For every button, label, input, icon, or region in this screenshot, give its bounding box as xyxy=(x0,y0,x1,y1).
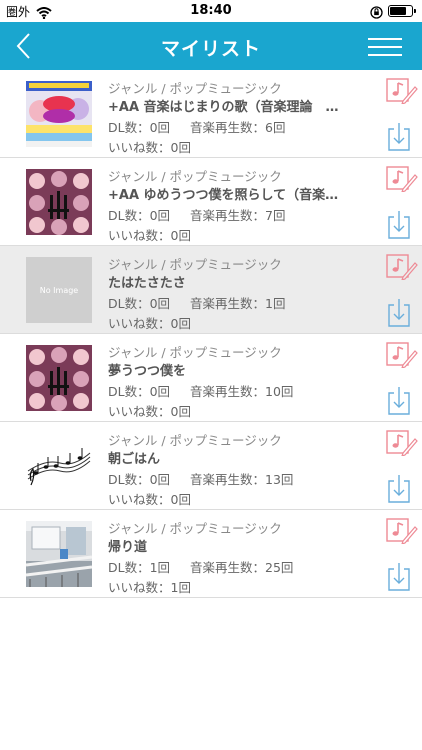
play-count: 音楽再生数：10回 xyxy=(190,384,294,399)
like-count: いいね数：0回 xyxy=(108,316,191,331)
song-thumbnail xyxy=(26,81,92,147)
download-icon xyxy=(388,563,410,591)
download-count: DL数：0回 xyxy=(108,384,171,399)
song-title: +AA 音楽はじまりの歌（音楽理論 コード進行） xyxy=(108,100,348,115)
music-note-edit-icon xyxy=(386,430,418,457)
music-note-edit-icon xyxy=(386,342,418,369)
like-count: いいね数：0回 xyxy=(108,140,191,155)
like-count: いいね数：0回 xyxy=(108,228,191,243)
song-row[interactable]: ジャンル / ポップミュージック +AA ゆめうつつ僕を照らして（音楽理論） D… xyxy=(0,158,422,246)
download-icon xyxy=(388,211,410,239)
play-count: 音楽再生数：6回 xyxy=(190,120,286,135)
song-row[interactable]: ジャンル / ポップミュージック 朝ごはん DL数：0回 音楽再生数：13回 い… xyxy=(0,422,422,510)
download-button[interactable] xyxy=(386,386,412,418)
play-count: 音楽再生数：25回 xyxy=(190,560,294,575)
song-list: ジャンル / ポップミュージック +AA 音楽はじまりの歌（音楽理論 コード進行… xyxy=(0,70,422,598)
edit-button[interactable] xyxy=(386,342,418,369)
song-row[interactable]: ジャンル / ポップミュージック +AA 音楽はじまりの歌（音楽理論 コード進行… xyxy=(0,70,422,158)
page-title: マイリスト xyxy=(160,38,261,60)
download-count: DL数：0回 xyxy=(108,472,171,487)
download-icon xyxy=(388,387,410,415)
like-count: いいね数：0回 xyxy=(108,492,191,507)
song-genre: ジャンル / ポップミュージック xyxy=(108,521,282,536)
download-count: DL数：0回 xyxy=(108,208,171,223)
song-title: 夢うつつ僕を xyxy=(108,364,187,379)
edit-button[interactable] xyxy=(386,430,418,457)
song-thumbnail xyxy=(26,433,92,499)
edit-button[interactable] xyxy=(386,166,418,193)
download-count: DL数：1回 xyxy=(108,560,171,575)
download-button[interactable] xyxy=(386,298,412,330)
download-count: DL数：0回 xyxy=(108,120,171,135)
song-row[interactable]: ジャンル / ポップミュージック 帰り道 DL数：1回 音楽再生数：25回 いい… xyxy=(0,510,422,598)
download-button[interactable] xyxy=(386,122,412,154)
music-note-edit-icon xyxy=(386,518,418,545)
song-title: 帰り道 xyxy=(108,540,148,555)
edit-button[interactable] xyxy=(386,518,418,545)
play-count: 音楽再生数：13回 xyxy=(190,472,294,487)
edit-button[interactable] xyxy=(386,78,418,105)
download-button[interactable] xyxy=(386,562,412,594)
download-icon xyxy=(388,475,410,503)
play-count: 音楽再生数：7回 xyxy=(190,208,286,223)
song-genre: ジャンル / ポップミュージック xyxy=(108,257,282,272)
nav-bar: マイリスト xyxy=(0,22,422,70)
song-genre: ジャンル / ポップミュージック xyxy=(108,169,282,184)
back-button[interactable] xyxy=(10,30,40,62)
song-title: たはたさたさ xyxy=(108,276,186,291)
song-title: 朝ごはん xyxy=(108,452,161,467)
download-button[interactable] xyxy=(386,210,412,242)
hamburger-icon xyxy=(368,38,402,40)
battery-icon xyxy=(388,5,416,17)
orientation-lock-icon xyxy=(370,4,383,23)
like-count: いいね数：0回 xyxy=(108,404,191,419)
download-icon xyxy=(388,299,410,327)
chevron-left-icon xyxy=(16,33,30,59)
song-title: +AA ゆめうつつ僕を照らして（音楽理論） xyxy=(108,188,348,203)
song-thumbnail xyxy=(26,345,92,411)
song-genre: ジャンル / ポップミュージック xyxy=(108,433,282,448)
edit-button[interactable] xyxy=(386,254,418,281)
like-count: いいね数：1回 xyxy=(108,580,191,595)
status-bar: 圏外 18:40 xyxy=(0,0,422,22)
song-genre: ジャンル / ポップミュージック xyxy=(108,81,282,96)
menu-button[interactable] xyxy=(368,36,402,58)
song-thumbnail xyxy=(26,169,92,235)
song-thumbnail-placeholder: No Image xyxy=(26,257,92,323)
download-icon xyxy=(388,123,410,151)
music-note-edit-icon xyxy=(386,254,418,281)
song-row[interactable]: No Image ジャンル / ポップミュージック たはたさたさ DL数：0回 … xyxy=(0,246,422,334)
music-note-edit-icon xyxy=(386,78,418,105)
song-row[interactable]: ジャンル / ポップミュージック 夢うつつ僕を DL数：0回 音楽再生数：10回… xyxy=(0,334,422,422)
song-thumbnail xyxy=(26,521,92,587)
music-note-edit-icon xyxy=(386,166,418,193)
song-genre: ジャンル / ポップミュージック xyxy=(108,345,282,360)
download-count: DL数：0回 xyxy=(108,296,171,311)
download-button[interactable] xyxy=(386,474,412,506)
status-time: 18:40 xyxy=(190,3,232,18)
play-count: 音楽再生数：1回 xyxy=(190,296,286,311)
